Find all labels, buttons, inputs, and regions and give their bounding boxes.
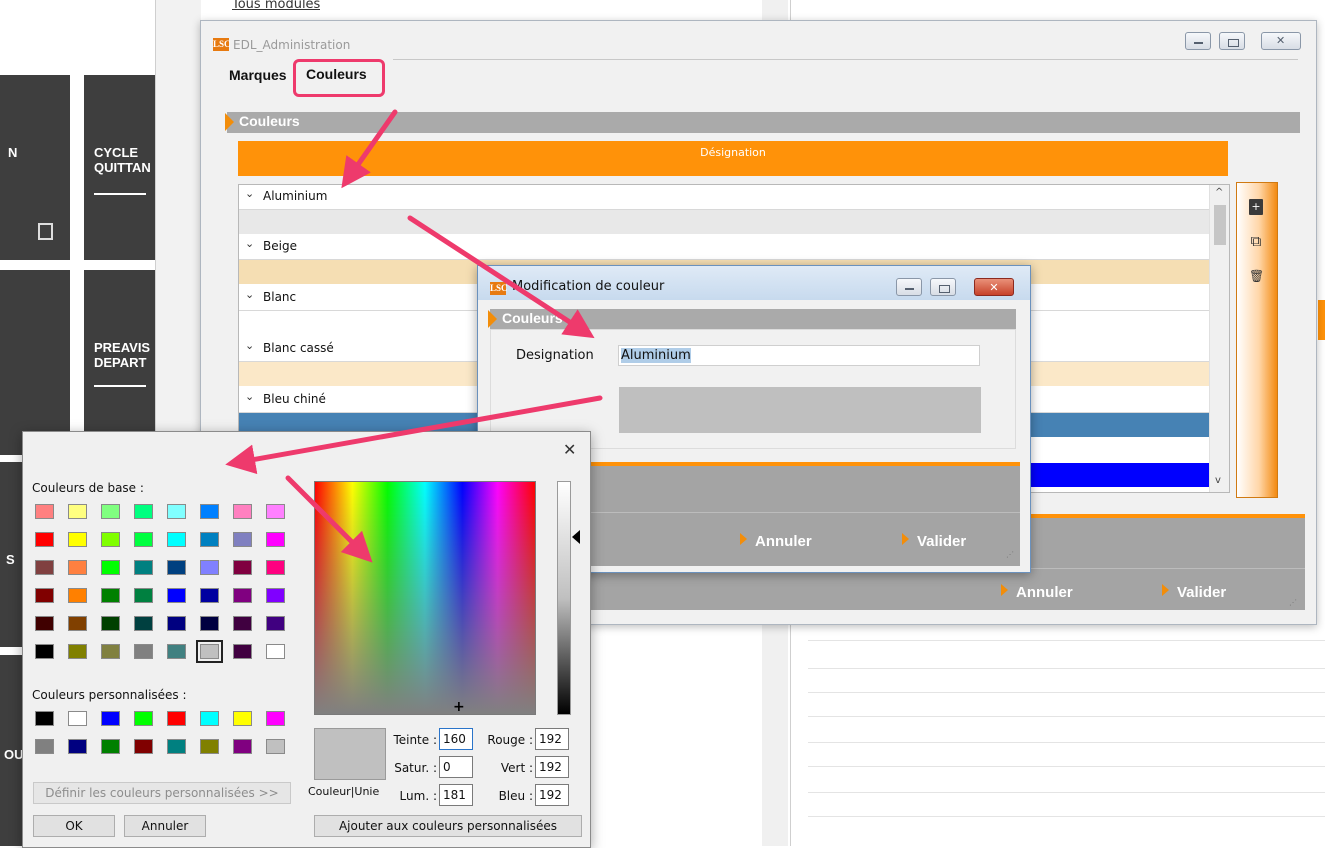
annotation-arrow-list-to-dialog — [407, 215, 595, 339]
annotation-arrow-tab-to-list — [341, 109, 398, 189]
annotation-arrow-dialog-to-picker — [225, 395, 603, 475]
annotation-arrows — [225, 109, 603, 563]
annotation-arrow-picker-to-spectrum — [285, 475, 373, 563]
